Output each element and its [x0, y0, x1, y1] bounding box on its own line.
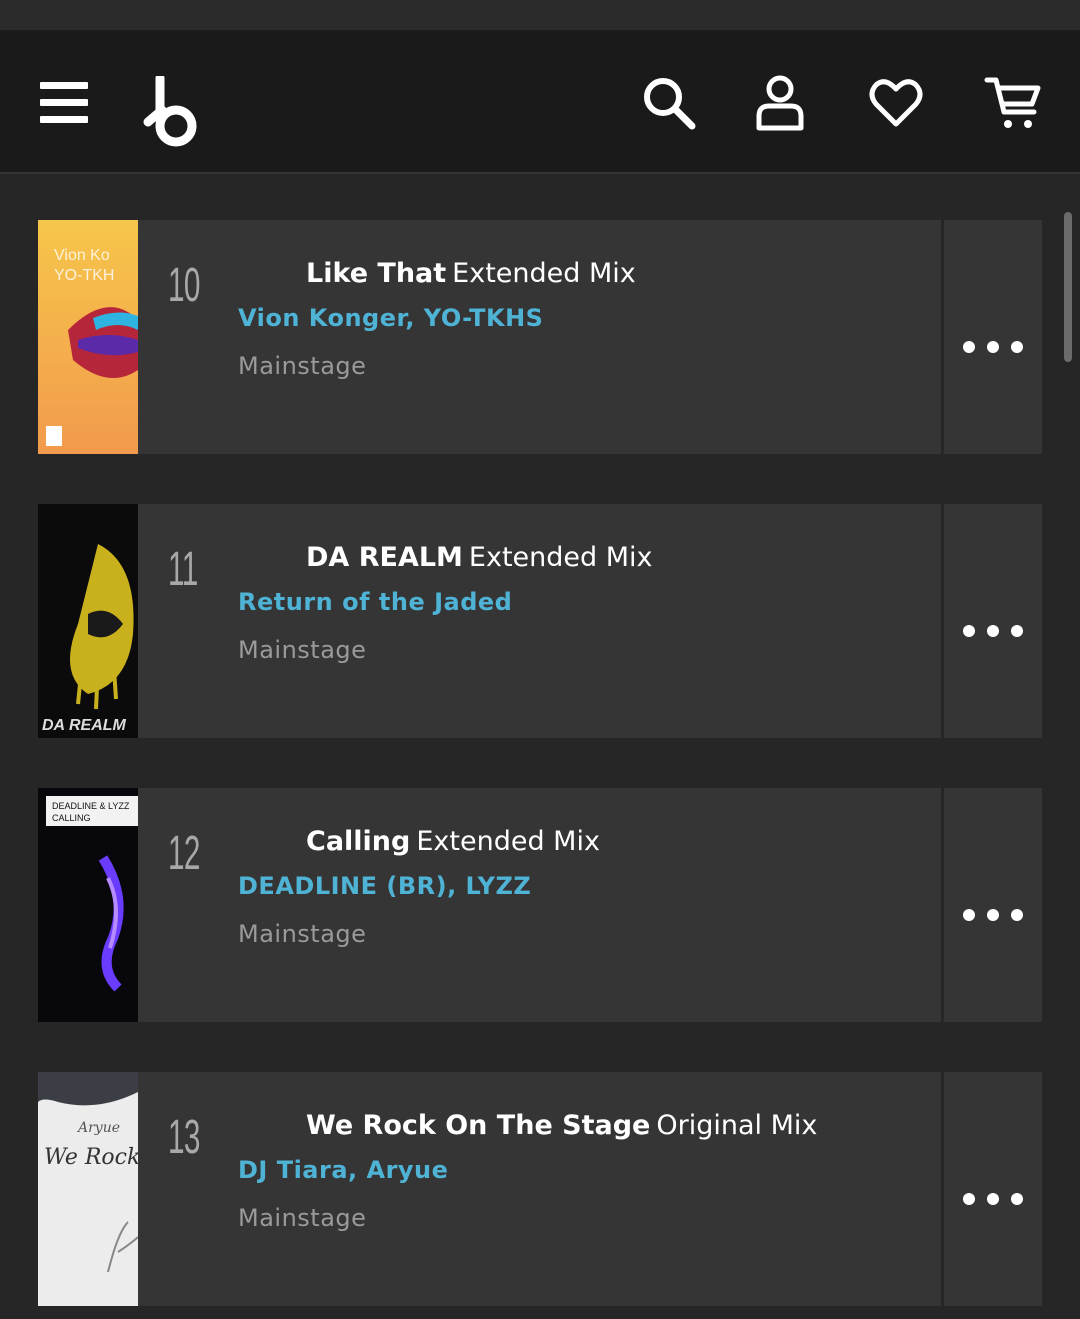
search-icon[interactable] — [640, 74, 698, 132]
track-label[interactable]: Mainstage — [238, 1204, 366, 1232]
track-row[interactable]: Aryue We Rock 13 We Rock On The Stage Ori… — [38, 1072, 1042, 1306]
hamburger-menu-icon[interactable] — [40, 82, 90, 124]
account-icon[interactable] — [754, 74, 806, 132]
track-title[interactable]: Calling — [306, 826, 410, 857]
track-title-line[interactable]: Calling Extended Mix — [306, 826, 600, 857]
track-label[interactable]: Mainstage — [238, 636, 366, 664]
track-artists[interactable]: DEADLINE (BR), LYZZ — [238, 872, 531, 900]
track-row[interactable]: DEADLINE & LYZZ CALLING 12 Calling Extend… — [38, 788, 1042, 1022]
heart-icon[interactable] — [868, 76, 924, 130]
track-title-line[interactable]: We Rock On The Stage Original Mix — [306, 1110, 817, 1141]
album-art[interactable]: DEADLINE & LYZZ CALLING — [38, 788, 138, 1022]
track-rank: 13 — [168, 1111, 200, 1164]
track-card[interactable]: 11 DA REALM Extended Mix Return of the Ja… — [138, 504, 941, 738]
track-mix: Extended Mix — [468, 542, 653, 573]
track-rank: 10 — [168, 259, 200, 312]
more-options-button[interactable] — [944, 788, 1042, 1022]
track-title-line[interactable]: DA REALM Extended Mix — [306, 542, 653, 573]
svg-text:CALLING: CALLING — [52, 813, 91, 823]
track-rank: 12 — [168, 827, 200, 880]
svg-text:Aryue: Aryue — [76, 1120, 120, 1136]
track-card[interactable]: 12 Calling Extended Mix DEADLINE (BR), LY… — [138, 788, 941, 1022]
album-art[interactable]: DA REALM — [38, 504, 138, 738]
track-artists[interactable]: Vion Konger, YO-TKHS — [238, 304, 543, 332]
svg-text:YO-TKH: YO-TKH — [54, 267, 114, 284]
track-label[interactable]: Mainstage — [238, 352, 366, 380]
album-art[interactable]: Aryue We Rock — [38, 1072, 138, 1306]
more-options-button[interactable] — [944, 504, 1042, 738]
track-mix: Extended Mix — [452, 258, 636, 289]
track-artists[interactable]: DJ Tiara, Aryue — [238, 1156, 448, 1184]
top-header — [0, 30, 1080, 174]
track-row[interactable]: Vion Ko YO-TKH 10 Like That Extended Mix … — [38, 220, 1042, 454]
svg-text:DEADLINE & LYZZ: DEADLINE & LYZZ — [52, 801, 130, 811]
status-strip — [0, 0, 1080, 30]
scrollbar[interactable] — [1064, 212, 1072, 362]
track-rank: 11 — [168, 543, 198, 596]
svg-text:Vion Ko: Vion Ko — [54, 247, 110, 264]
track-title-line[interactable]: Like That Extended Mix — [306, 258, 636, 289]
track-artists[interactable]: Return of the Jaded — [238, 588, 512, 616]
track-card[interactable]: 13 We Rock On The Stage Original Mix DJ T… — [138, 1072, 941, 1306]
more-options-button[interactable] — [944, 1072, 1042, 1306]
track-title[interactable]: Like That — [306, 258, 446, 289]
track-label[interactable]: Mainstage — [238, 920, 366, 948]
svg-text:We Rock: We Rock — [44, 1145, 138, 1170]
track-title[interactable]: We Rock On The Stage — [306, 1110, 650, 1141]
more-options-button[interactable] — [944, 220, 1042, 454]
cart-icon[interactable] — [984, 74, 1042, 132]
track-row[interactable]: DA REALM 11 DA REALM Extended Mix Return … — [38, 504, 1042, 738]
track-title[interactable]: DA REALM — [306, 542, 463, 573]
track-mix: Original Mix — [656, 1110, 818, 1141]
more-options-icon[interactable] — [963, 625, 1023, 637]
more-options-icon[interactable] — [963, 1193, 1023, 1205]
more-options-icon[interactable] — [963, 909, 1023, 921]
svg-text:DA REALM: DA REALM — [42, 717, 127, 734]
beatport-logo-icon[interactable] — [140, 76, 204, 150]
album-art[interactable]: Vion Ko YO-TKH — [38, 220, 138, 454]
track-mix: Extended Mix — [416, 826, 600, 857]
track-card[interactable]: 10 Like That Extended Mix Vion Konger, YO… — [138, 220, 941, 454]
more-options-icon[interactable] — [963, 341, 1023, 353]
